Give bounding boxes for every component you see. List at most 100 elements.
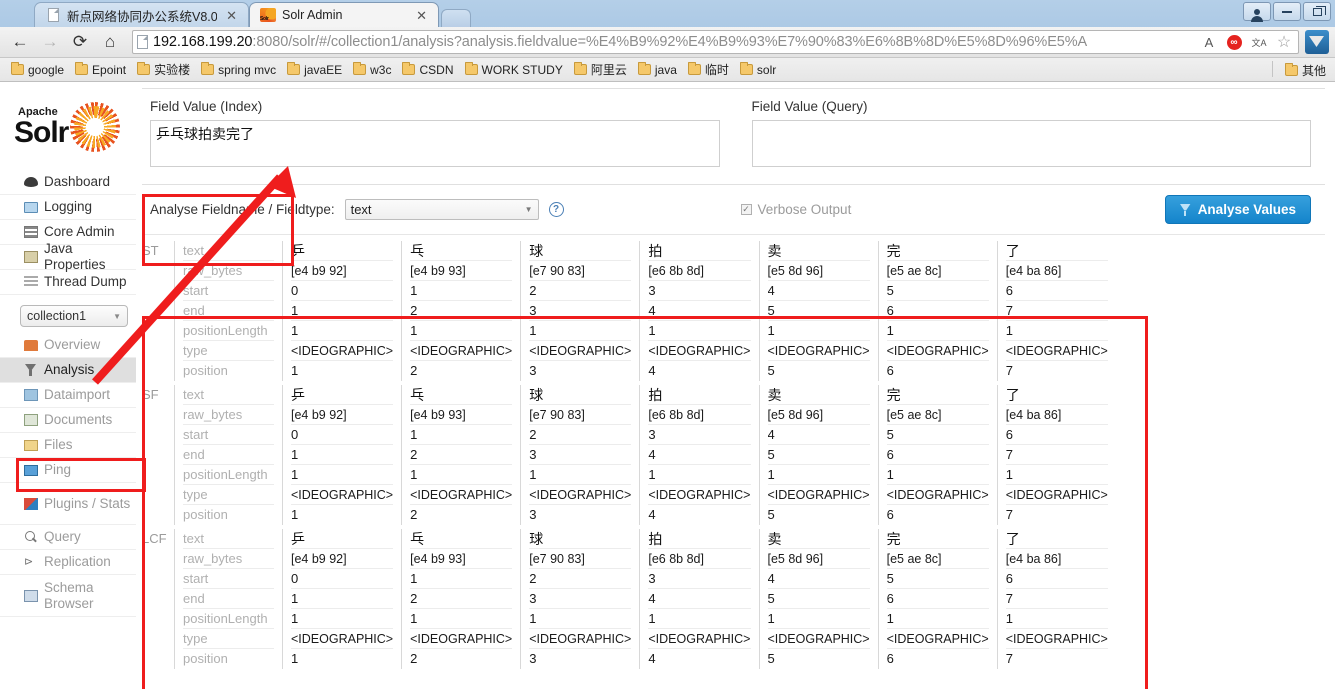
analysis-value-cell: 6 — [1005, 569, 1108, 589]
sidebar-item-thread-dump[interactable]: Thread Dump — [0, 270, 136, 295]
sidebar-item-java-properties[interactable]: Java Properties — [0, 241, 136, 272]
analysis-value-cell: 球 — [529, 529, 632, 549]
bookmark-item[interactable]: CSDN — [397, 61, 458, 79]
analysis-key-cell: type — [183, 629, 274, 649]
font-tool-icon[interactable]: A — [1199, 32, 1219, 52]
analysis-value-cell: 6 — [886, 301, 989, 321]
new-tab-button[interactable] — [441, 9, 471, 27]
analysis-value-cell: 1 — [529, 321, 632, 341]
analysis-value-cell: 1 — [886, 465, 989, 485]
tab-title: Solr Admin — [282, 8, 343, 22]
bookmark-item[interactable]: google — [6, 61, 69, 79]
reload-icon[interactable]: ⟳ — [66, 29, 94, 55]
analysis-value-cell: 乒 — [291, 529, 394, 549]
address-bar[interactable]: 192.168.199.20:8080/solr/#/collection1/a… — [132, 30, 1299, 54]
sidebar-item-overview[interactable]: Overview — [0, 333, 136, 358]
fieldtype-select[interactable]: text ▼ — [344, 199, 539, 220]
analysis-value-cell: 1 — [648, 321, 751, 341]
analysis-key-cell: start — [183, 425, 274, 445]
analysis-value-cell: <IDEOGRAPHIC> — [529, 629, 632, 649]
analysis-value-cell: 5 — [886, 425, 989, 445]
analysis-value-cell: 3 — [529, 651, 537, 666]
sidebar-item-label: Dashboard — [44, 174, 111, 190]
analysis-value-cell: 1 — [767, 321, 870, 341]
bookmark-item[interactable]: w3c — [348, 61, 396, 79]
adblock-icon[interactable]: ∞ — [1224, 32, 1244, 52]
close-icon[interactable]: ✕ — [413, 9, 430, 22]
close-icon[interactable]: ✕ — [223, 9, 240, 22]
solr-logo[interactable]: Apache Solr — [14, 102, 120, 156]
folder-icon — [1284, 63, 1298, 76]
bookmark-item[interactable]: java — [633, 61, 682, 79]
analysis-token-column: 完 [e5 ae 8c] 5 6 1 <IDEOGRAPHIC> 6 — [877, 385, 997, 525]
sidebar-item-logging[interactable]: Logging — [0, 195, 136, 220]
analysis-key-column: text raw_bytes start end positionLength type p… — [174, 529, 282, 669]
bookmark-item[interactable]: WORK STUDY — [460, 61, 568, 79]
folder-icon — [11, 62, 24, 75]
analysis-key-column: text raw_bytes start end positionLength type p… — [174, 385, 282, 525]
analyse-values-label: Analyse Values — [1197, 202, 1296, 217]
bookmark-item[interactable]: javaEE — [282, 61, 347, 79]
analysis-value-cell: 1 — [529, 465, 632, 485]
bookmark-item[interactable]: Epoint — [70, 61, 131, 79]
java-properties-icon — [24, 251, 38, 263]
analysis-value-cell: 7 — [1005, 507, 1013, 522]
analysis-value-cell: <IDEOGRAPHIC> — [291, 629, 394, 649]
analysis-value-cell: 球 — [529, 241, 632, 261]
bookmark-item[interactable]: 阿里云 — [569, 59, 632, 80]
analysis-value-cell: 乓 — [410, 241, 513, 261]
bookmark-item[interactable]: 临时 — [683, 59, 734, 80]
sidebar: Apache Solr Dashboard Logging Core Admin… — [0, 82, 136, 689]
analysis-value-cell: <IDEOGRAPHIC> — [767, 485, 870, 505]
back-icon[interactable]: ← — [6, 29, 34, 55]
sidebar-item-ping[interactable]: Ping — [0, 458, 136, 483]
core-selector-dropdown[interactable]: collection1 ▼ — [20, 305, 128, 327]
bookmark-item[interactable]: 实验楼 — [132, 59, 195, 80]
analysis-value-cell: 了 — [1005, 385, 1108, 405]
field-value-query-input[interactable] — [751, 120, 1311, 167]
dataimport-icon — [24, 389, 38, 401]
verbose-output-checkbox[interactable]: ✓ Verbose Output — [740, 202, 851, 217]
sidebar-item-dashboard[interactable]: Dashboard — [0, 170, 136, 195]
help-icon[interactable]: ? — [548, 202, 564, 217]
analyse-values-button[interactable]: Analyse Values — [1164, 195, 1311, 224]
extension-bird-icon[interactable] — [1305, 30, 1329, 54]
translate-icon[interactable]: 文A — [1249, 32, 1269, 52]
user-icon[interactable] — [1243, 2, 1271, 22]
query-icon — [24, 530, 38, 544]
analyse-fieldtype-group: Analyse Fieldname / Fieldtype: text ▼ ? — [150, 199, 731, 220]
bookmark-label: google — [28, 62, 65, 77]
home-icon[interactable]: ⌂ — [96, 29, 124, 55]
bookmark-item[interactable]: spring mvc — [196, 61, 281, 79]
sidebar-item-analysis[interactable]: Analysis — [0, 358, 136, 383]
sidebar-item-files[interactable]: Files — [0, 433, 136, 458]
analysis-value-cell: <IDEOGRAPHIC> — [529, 341, 632, 361]
analysis-value-cell: [e7 90 83] — [529, 405, 632, 425]
browser-tab-inactive[interactable]: 新点网络协同办公系统V8.0- ✕ — [34, 2, 249, 27]
sidebar-item-replication[interactable]: ⊳ Replication — [0, 550, 136, 575]
analysis-value-cell: 5 — [767, 301, 870, 321]
analysis-value-cell: 4 — [767, 569, 870, 589]
field-value-index-input[interactable] — [150, 120, 720, 167]
bookmark-other-folder[interactable]: 其他 — [1280, 60, 1331, 81]
maximize-icon[interactable] — [1303, 2, 1331, 21]
analysis-key-cell: end — [183, 301, 274, 321]
bookmark-item[interactable]: solr — [735, 61, 781, 79]
sidebar-item-plugins-stats[interactable]: Plugins / Stats — [0, 483, 136, 525]
files-icon — [24, 439, 38, 451]
sidebar-item-documents[interactable]: Documents — [0, 408, 136, 433]
analysis-token-column: 拍 [e6 8b 8d] 3 4 1 <IDEOGRAPHIC> 4 — [639, 529, 758, 669]
sidebar-item-schema-browser[interactable]: Schema Browser — [0, 575, 136, 617]
analysis-token-column: 了 [e4 ba 86] 6 7 1 <IDEOGRAPHIC> 7 — [996, 529, 1116, 669]
schema-browser-icon — [24, 589, 38, 602]
forward-icon[interactable]: → — [36, 29, 64, 55]
minimize-icon[interactable] — [1273, 2, 1301, 21]
sidebar-item-dataimport[interactable]: Dataimport — [0, 383, 136, 408]
bookmark-star-icon[interactable]: ☆ — [1274, 32, 1294, 52]
analysis-value-cell: 4 — [648, 445, 751, 465]
browser-tab-active[interactable]: Solr Admin ✕ — [249, 2, 439, 27]
bookmark-label: WORK STUDY — [481, 62, 563, 77]
core-selector-value: collection1 — [27, 309, 87, 323]
sidebar-item-query[interactable]: Query — [0, 525, 136, 550]
analysis-value-cell: 3 — [648, 569, 751, 589]
